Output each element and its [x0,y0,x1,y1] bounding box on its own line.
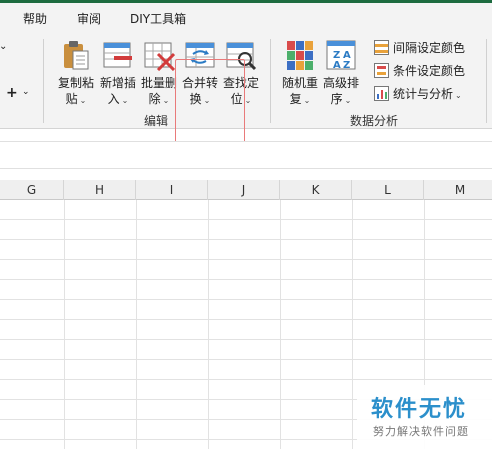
condition-color-label: 条件设定颜色 [393,64,466,78]
column-header-row: G H I J K L M [0,180,492,200]
group-label-data-analysis: 数据分析 [350,114,399,128]
chevron-down-icon: ⌄ [121,96,129,105]
advanced-sort-label-1: 高级排 [322,76,359,90]
grid-column-line [280,200,281,449]
stats-chart-icon [374,86,389,101]
svg-text:A: A [333,60,341,71]
chevron-down-icon: ⌄ [455,91,462,100]
random-shuffle-button[interactable]: 随机重 复 ⌄ [279,37,321,109]
new-insert-label-2-text: 入 [107,92,120,106]
watermark-title: 软件无忧 [371,397,468,422]
random-color-grid-icon [287,41,313,70]
batch-delete-button[interactable]: 批量删 除 ⌄ [138,37,180,109]
column-header-g[interactable]: G [0,180,64,200]
delete-grid-icon [144,42,175,71]
formula-bar-area[interactable] [0,141,492,169]
chevron-down-icon: ⌄ [344,96,352,105]
ribbon: ⌄ + ⌄ 复制粘 贴 ⌄ 新增插 入 ⌄ 批量删 除 ⌄ 合并转 换 ⌄ 查找… [0,31,492,146]
chevron-down-icon: ⌄ [244,96,252,105]
chevron-down-icon: ⌄ [303,96,311,105]
tab-diy-toolbox[interactable]: DIY工具箱 [130,10,186,27]
tab-help[interactable]: 帮助 [23,10,47,27]
chevron-down-icon: ⌄ [162,96,170,105]
clipboard-icon [64,41,89,70]
tab-review[interactable]: 审阅 [77,10,101,27]
copy-paste-button[interactable]: 复制粘 贴 ⌄ [55,37,97,109]
group-separator [270,39,271,123]
column-header-m[interactable]: M [424,180,492,200]
svg-text:Z: Z [343,60,350,71]
copy-paste-label-2-text: 贴 [65,92,78,106]
highlight-box [175,59,245,146]
interval-color-label: 间隔设定颜色 [393,41,466,55]
group-separator [43,39,44,123]
new-insert-button[interactable]: 新增插 入 ⌄ [97,37,139,109]
stats-analysis-label: 统计与分析 ⌄ [393,85,462,102]
ribbon-tab-bar: 帮助 审阅 DIY工具箱 [0,3,492,31]
stats-analysis-label-text: 统计与分析 [393,87,454,101]
batch-delete-label-2-text: 除 [148,92,161,106]
watermark-subtitle: 努力解决软件问题 [373,425,469,438]
group-label-edit: 编辑 [144,114,169,128]
chevron-down-icon: ⌄ [79,96,87,105]
insert-rows-icon [103,42,132,68]
column-header-i[interactable]: I [136,180,208,200]
advanced-sort-label-2-text: 序 [330,92,343,106]
column-header-l[interactable]: L [352,180,424,200]
column-header-h[interactable]: H [64,180,136,200]
chevron-down-icon[interactable]: ⌄ [22,87,30,97]
left-edge-caret[interactable]: ⌄ [0,41,7,52]
column-header-j[interactable]: J [208,180,280,200]
left-plus-button[interactable]: + [6,85,18,101]
group-separator [486,39,487,123]
column-header-k[interactable]: K [280,180,352,200]
advanced-sort-label-2: 序 ⌄ [316,91,366,109]
grid-column-line [136,200,137,449]
grid-column-line [352,200,353,449]
grid-column-line [64,200,65,449]
sort-az-icon: Z A A Z [326,40,356,71]
advanced-sort-button[interactable]: Z A A Z 高级排 序 ⌄ [320,37,362,109]
interval-color-icon [374,40,389,55]
grid-column-line [208,200,209,449]
condition-color-icon [374,63,389,78]
random-shuffle-label-2-text: 复 [289,92,302,106]
